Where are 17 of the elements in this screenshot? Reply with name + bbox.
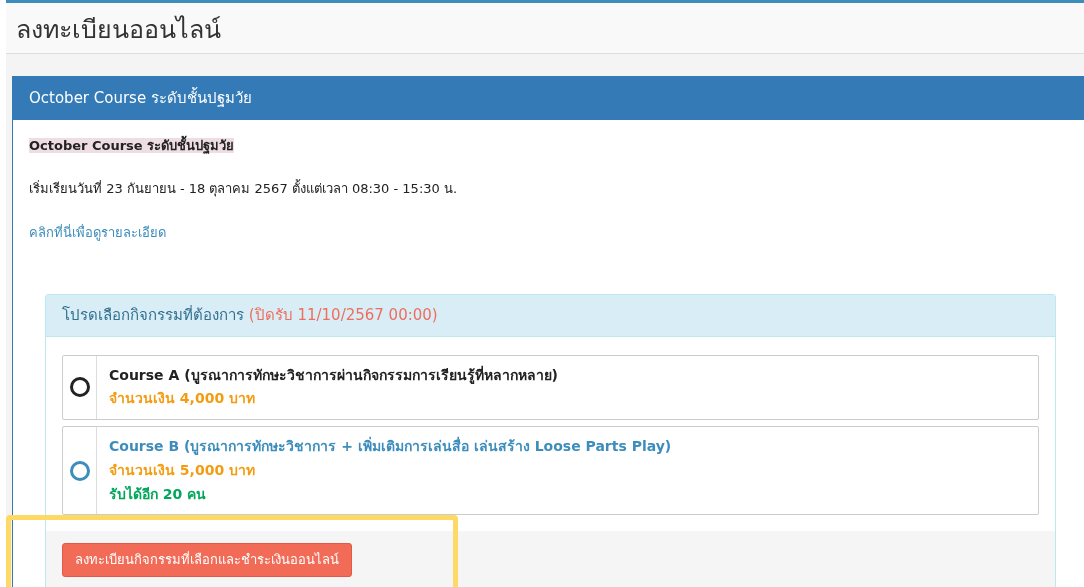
- course-option[interactable]: Course B (บูรณาการทักษะวิชาการ + เพิ่มเติมการเล่นสื่อ เล่นสร้าง Loose Parts Play) จำนวนเงิน 5,000 บาท รับได้อีก 20 คน: [62, 426, 1039, 516]
- page-title: ลงทะเบียนออนไลน์: [16, 15, 222, 45]
- panel-heading: โปรดเลือกกิจกรรมที่ต้องการ: [62, 306, 245, 324]
- price-text: จำนวนเงิน 5,000 บาท: [109, 461, 256, 478]
- course-option[interactable]: Course A (บูรณาการทักษะวิชาการผ่านกิจกรรมการเรียนรู้ที่หลากหลาย) จำนวนเงิน 4,000 บาท: [62, 354, 1039, 421]
- course-name: Course B (บูรณาการทักษะวิชาการ + เพิ่มเติมการเล่นสื่อ เล่นสร้าง Loose Parts Play): [109, 438, 672, 455]
- radio-button[interactable]: [69, 460, 90, 481]
- schedule-text: เริ่มเรียนวันที่ 23 กันยายน - 18 ตุลาคม 2567 ตั้งแต่เวลา 08:30 - 15:30 น.: [29, 181, 458, 196]
- submit-button[interactable]: ลงทะเบียนกิจกรรมที่เลือกและชำระเงินออนไลน์: [62, 543, 352, 577]
- price-text: จำนวนเงิน 4,000 บาท: [109, 390, 256, 407]
- highlighted-course-name: October Course ระดับชั้นปฐมวัย: [29, 137, 235, 153]
- seats-text: รับได้อีก 20 คน: [109, 485, 207, 502]
- deadline-text: (ปิดรับ 11/10/2567 00:00): [248, 306, 438, 324]
- card-header: October Course ระดับชั้นปฐมวัย: [13, 77, 1084, 120]
- course-name: Course A (บูรณาการทักษะวิชาการผ่านกิจกรรมการเรียนรู้ที่หลากหลาย): [109, 366, 558, 383]
- radio-button[interactable]: [69, 377, 90, 398]
- details-link[interactable]: คลิกที่นี่เพื่อดูรายละเอียด: [29, 224, 166, 240]
